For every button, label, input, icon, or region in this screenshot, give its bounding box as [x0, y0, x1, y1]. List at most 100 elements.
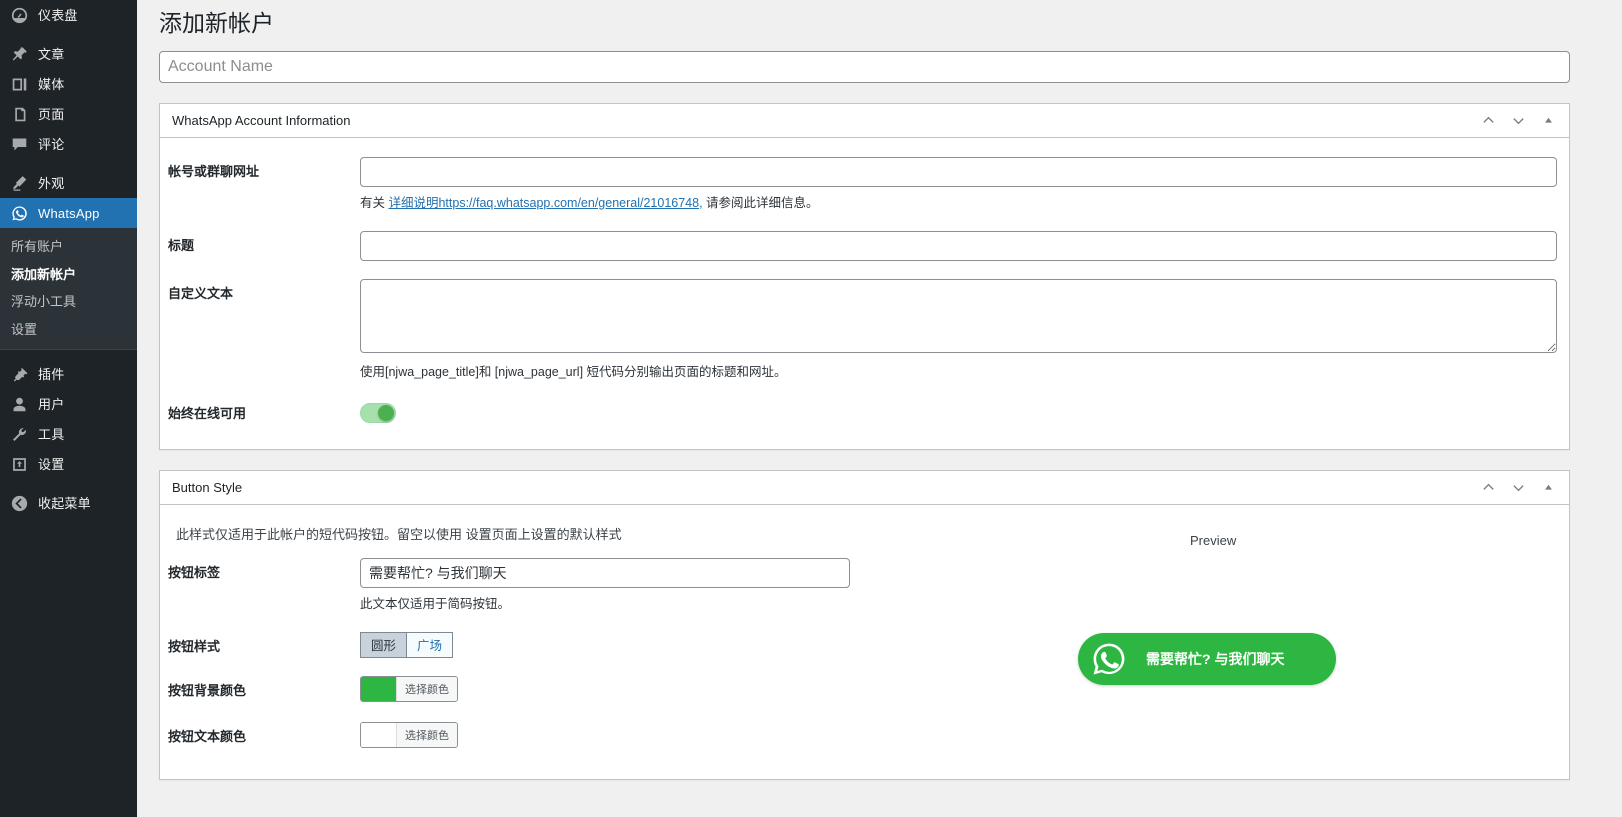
number-help-text: 有关 详细说明https://faq.whatsapp.com/en/gener… [360, 194, 1557, 213]
always-online-toggle[interactable] [360, 403, 396, 423]
sidebar-item-settings[interactable]: 设置 [0, 449, 137, 479]
sidebar-item-comments[interactable]: 评论 [0, 129, 137, 159]
sidebar-item-label: 插件 [38, 368, 64, 381]
title-label: 标题 [168, 231, 360, 255]
account-information-body: 帐号或群聊网址 有关 详细说明https://faq.whatsapp.com/… [160, 138, 1569, 450]
button-label-field-wrap: 此文本仅适用于简码按钮。 [360, 558, 1557, 614]
main-content: 添加新帐户 WhatsApp Account Information [137, 0, 1622, 817]
sidebar-item-label: WhatsApp [38, 207, 100, 220]
custom-text-textarea[interactable] [360, 279, 1557, 353]
account-information-panel: WhatsApp Account Information [159, 103, 1570, 451]
sidebar-item-label: 评论 [38, 138, 64, 151]
panel-controls [1473, 472, 1569, 504]
sidebar-item-collapse[interactable]: 收起菜单 [0, 488, 137, 518]
number-input[interactable] [360, 157, 1557, 187]
number-help-prefix: 有关 [360, 196, 388, 210]
style-option-square[interactable]: 广场 [407, 632, 453, 658]
always-online-label: 始终在线可用 [168, 399, 360, 423]
sidebar-item-media[interactable]: 媒体 [0, 69, 137, 99]
comment-icon [9, 134, 29, 154]
button-style-field-wrap: 圆形 广场 [360, 632, 1557, 658]
sidebar-item-label: 用户 [38, 398, 64, 411]
users-icon [9, 394, 29, 414]
sidebar-item-dashboard[interactable]: 仪表盘 [0, 0, 137, 30]
sidebar-item-posts[interactable]: 文章 [0, 39, 137, 69]
style-option-round[interactable]: 圆形 [360, 632, 407, 658]
custom-text-help: 使用[njwa_page_title]和 [njwa_page_url] 短代码… [360, 363, 1557, 382]
bg-color-swatch [361, 677, 397, 701]
toggle-panel-icon[interactable] [1533, 472, 1563, 504]
number-help-suffix: 请参阅此详细信息。 [703, 196, 819, 210]
sidebar-separator [0, 159, 137, 168]
move-up-icon[interactable] [1473, 104, 1503, 136]
account-name-input[interactable] [159, 51, 1570, 83]
sidebar-item-tools[interactable]: 工具 [0, 419, 137, 449]
account-information-header: WhatsApp Account Information [160, 104, 1569, 138]
panel-title: Button Style [172, 481, 1473, 494]
button-label-input[interactable] [360, 558, 850, 588]
whatsapp-icon [1090, 640, 1128, 678]
text-color-picker-label: 选择颜色 [397, 723, 457, 747]
page-wrap: 添加新帐户 WhatsApp Account Information [159, 0, 1622, 780]
tools-icon [9, 424, 29, 444]
title-field-wrap [360, 231, 1557, 261]
appearance-icon [9, 173, 29, 193]
sidebar-item-floating-widget[interactable]: 浮动小工具 [0, 288, 137, 316]
sidebar-item-all-accounts[interactable]: 所有账户 [0, 233, 137, 261]
field-row-title: 标题 [168, 222, 1557, 270]
panel-title: WhatsApp Account Information [172, 114, 1473, 127]
field-row-number: 帐号或群聊网址 有关 详细说明https://faq.whatsapp.com/… [168, 148, 1557, 222]
button-label-label: 按钮标签 [168, 558, 360, 582]
button-style-header: Button Style [160, 471, 1569, 505]
button-style-label: 按钮样式 [168, 632, 360, 656]
sidebar-item-pages[interactable]: 页面 [0, 99, 137, 129]
preview-label: Preview [1190, 533, 1236, 548]
title-input[interactable] [360, 231, 1557, 261]
sidebar-item-label: 工具 [38, 428, 64, 441]
field-row-button-label: 按钮标签 此文本仅适用于简码按钮。 [168, 549, 1557, 623]
sidebar-item-users[interactable]: 用户 [0, 389, 137, 419]
preview-chat-button[interactable]: 需要帮忙? 与我们聊天 [1078, 633, 1336, 685]
field-row-text-color: 按钮文本颜色 选择颜色 [168, 713, 1557, 759]
admin-screen: 仪表盘 文章 媒体 页面 评论 [0, 0, 1622, 817]
text-color-swatch [361, 723, 397, 747]
sidebar-item-settings[interactable]: 设置 [0, 316, 137, 344]
dashboard-icon [9, 5, 29, 25]
text-color-picker[interactable]: 选择颜色 [360, 722, 458, 748]
field-row-button-style: 按钮样式 圆形 广场 [168, 623, 1557, 667]
sidebar-separator [0, 479, 137, 488]
button-style-panel: Button Style 此样式仅适用于此帐户的短 [159, 470, 1570, 779]
move-up-icon[interactable] [1473, 472, 1503, 504]
whatsapp-icon [9, 203, 29, 223]
sidebar-separator [0, 350, 137, 359]
sidebar-item-add-new-account[interactable]: 添加新帐户 [0, 261, 137, 289]
toggle-panel-icon[interactable] [1533, 104, 1563, 136]
custom-text-field-wrap: 使用[njwa_page_title]和 [njwa_page_url] 短代码… [360, 279, 1557, 382]
sidebar-item-label: 文章 [38, 48, 64, 61]
bg-color-field-wrap: 选择颜色 [360, 676, 1557, 704]
move-down-icon[interactable] [1503, 104, 1533, 136]
custom-text-label: 自定义文本 [168, 279, 360, 303]
faq-link[interactable]: 详细说明https://faq.whatsapp.com/en/general/… [388, 196, 702, 210]
bg-color-label: 按钮背景颜色 [168, 676, 360, 700]
sidebar-item-appearance[interactable]: 外观 [0, 168, 137, 198]
move-down-icon[interactable] [1503, 472, 1533, 504]
preview-button-text: 需要帮忙? 与我们聊天 [1146, 649, 1284, 669]
media-icon [9, 74, 29, 94]
sidebar-item-plugins[interactable]: 插件 [0, 359, 137, 389]
button-style-note: 此样式仅适用于此帐户的短代码按钮。留空以使用 设置页面上设置的默认样式 [168, 515, 1557, 549]
sidebar-item-label: 收起菜单 [38, 497, 91, 510]
text-color-label: 按钮文本颜色 [168, 722, 360, 746]
bg-color-picker[interactable]: 选择颜色 [360, 676, 458, 702]
settings-icon [9, 454, 29, 474]
sidebar-item-label: 仪表盘 [38, 9, 78, 22]
text-color-field-wrap: 选择颜色 [360, 722, 1557, 750]
whatsapp-submenu: 所有账户 添加新帐户 浮动小工具 设置 [0, 228, 137, 349]
number-field-wrap: 有关 详细说明https://faq.whatsapp.com/en/gener… [360, 157, 1557, 213]
bg-color-picker-label: 选择颜色 [397, 677, 457, 701]
sidebar-separator [0, 30, 137, 39]
always-online-field-wrap [360, 399, 1557, 426]
sidebar-item-whatsapp[interactable]: WhatsApp [0, 198, 137, 228]
sidebar-item-label: 外观 [38, 177, 64, 190]
field-row-bg-color: 按钮背景颜色 选择颜色 [168, 667, 1557, 713]
